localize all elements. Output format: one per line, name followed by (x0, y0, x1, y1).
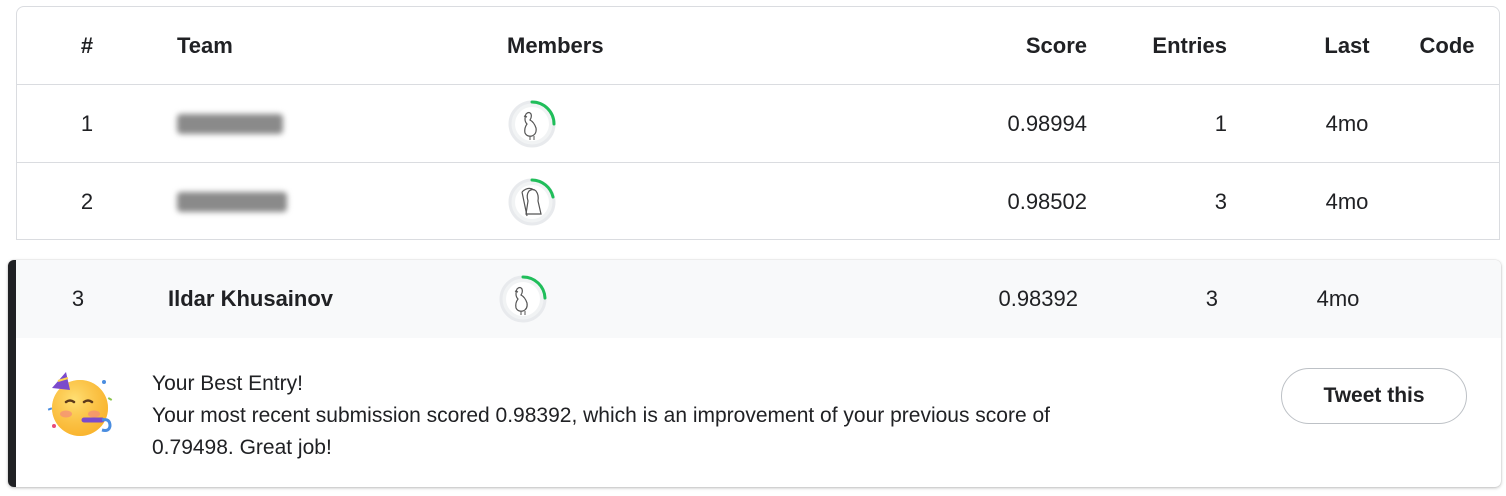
current-user-card: 3 Ildar Khusainov 0.98392 3 4mo Your Bes… (8, 260, 1501, 487)
row-team[interactable]: Ildar Khusainov (168, 260, 468, 338)
row-members (498, 260, 698, 338)
redacted-team-name (177, 191, 287, 212)
row-entries: 3 (1205, 286, 1218, 311)
header-code: Code (1419, 32, 1475, 58)
row-team[interactable] (177, 163, 477, 240)
table-row: 1 0.98994 1 4mo (17, 85, 1499, 163)
header-entries[interactable]: Entries (1027, 7, 1227, 84)
best-entry-banner: Your Best Entry! Your most recent submis… (16, 338, 1501, 487)
best-entry-title: Your Best Entry! (152, 372, 303, 395)
row-rank: 2 (80, 188, 94, 214)
table-header: # Team Members Score Entries Last Code (17, 7, 1499, 85)
table-row: 2 0.98502 3 4mo (17, 163, 1499, 240)
partying-face-icon (44, 368, 116, 440)
row-members (507, 85, 707, 162)
row-entries: 3 (1214, 188, 1227, 214)
reaper-avatar-icon[interactable] (507, 177, 557, 227)
header-team[interactable]: Team (177, 7, 477, 84)
current-user-row: 3 Ildar Khusainov 0.98392 3 4mo (16, 260, 1501, 338)
row-last: 4mo (1316, 286, 1360, 311)
turkey-avatar-icon[interactable] (498, 274, 548, 324)
highlight-accent-bar (8, 260, 16, 487)
row-rank: 1 (80, 110, 94, 136)
header-members: Members (507, 32, 604, 58)
tweet-this-button[interactable]: Tweet this (1281, 368, 1467, 424)
redacted-team-name (177, 113, 283, 134)
header-last[interactable]: Last (1317, 7, 1377, 84)
leaderboard-table: # Team Members Score Entries Last Code 1 (16, 6, 1500, 240)
row-last: 4mo (1325, 188, 1369, 214)
header-rank[interactable]: # (57, 7, 117, 84)
row-entries: 1 (1214, 110, 1227, 136)
row-members (507, 163, 707, 240)
row-team[interactable] (177, 85, 477, 162)
row-rank: 3 (71, 286, 85, 311)
turkey-avatar-icon[interactable] (507, 99, 557, 149)
row-last: 4mo (1325, 110, 1369, 136)
best-entry-text: Your Best Entry! Your most recent submis… (152, 368, 1112, 464)
best-entry-message: Your most recent submission scored 0.983… (152, 404, 1050, 459)
